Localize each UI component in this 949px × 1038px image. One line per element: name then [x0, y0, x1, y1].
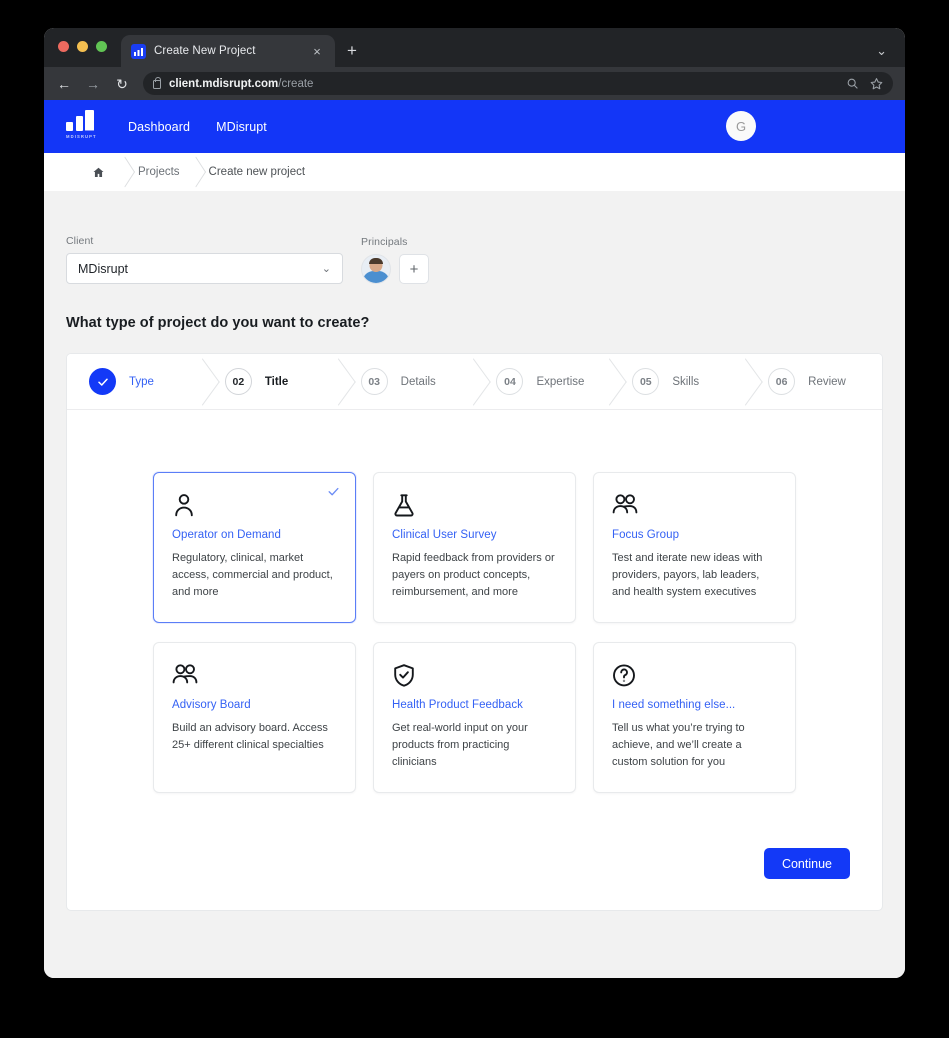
- project-type-title: Advisory Board: [172, 699, 251, 711]
- lock-icon: [153, 76, 162, 89]
- reload-icon[interactable]: ↻: [114, 77, 130, 91]
- breadcrumb-separator: [123, 153, 124, 191]
- breadcrumb-item-create-new-project: Create new project: [208, 166, 306, 178]
- step-expertise[interactable]: 04 Expertise: [474, 354, 611, 409]
- search-icon[interactable]: [846, 77, 859, 90]
- step-bullet-details: 03: [360, 368, 388, 395]
- mdisrupt-logo-icon: [131, 43, 146, 59]
- step-label-details: Details: [400, 375, 436, 388]
- step-details[interactable]: 03 Details: [338, 354, 475, 409]
- step-type[interactable]: Type: [67, 354, 203, 409]
- maximize-window-button[interactable]: [96, 41, 107, 52]
- wizard-footer: Continue: [67, 793, 882, 910]
- project-type-i-need-something-else[interactable]: I need something else... Tell us what yo…: [593, 642, 796, 793]
- person-icon: [172, 493, 337, 519]
- step-title[interactable]: 02 Title: [202, 354, 339, 409]
- client-field: Client MDisrupt ⌄: [66, 235, 343, 284]
- add-principal-button[interactable]: +: [399, 254, 429, 284]
- project-type-desc: Regulatory, clinical, market access, com…: [172, 552, 333, 599]
- wizard-stepper: Type 02 Title 03 Details 04 Expertise 05…: [67, 354, 882, 410]
- minimize-window-button[interactable]: [77, 41, 88, 52]
- project-type-clinical-user-survey[interactable]: Clinical User Survey Rapid feedback from…: [373, 472, 576, 623]
- step-review[interactable]: 06 Review: [746, 354, 882, 409]
- project-meta-form: Client MDisrupt ⌄ Principals +: [66, 191, 883, 284]
- client-select-value: MDisrupt: [78, 261, 129, 276]
- project-type-title: Focus Group: [612, 529, 680, 541]
- question-circle-icon: [612, 663, 777, 689]
- project-type-card: Type 02 Title 03 Details 04 Expertise 05…: [66, 353, 883, 911]
- step-label-skills: Skills: [672, 375, 700, 388]
- forward-icon[interactable]: →: [85, 77, 101, 91]
- browser-tabstrip: Create New Project × + ⌄: [44, 28, 905, 67]
- step-bullet-skills: 05: [632, 368, 660, 395]
- logo-wordmark: MDISRUPT: [66, 133, 97, 139]
- browser-toolbar: ← → ↻ client.mdisrupt.com/create: [44, 67, 905, 100]
- group-people-icon: [172, 663, 337, 689]
- client-label: Client: [66, 235, 94, 247]
- window-traffic-lights: [58, 28, 107, 67]
- breadcrumb-separator: [194, 153, 195, 191]
- step-bullet-expertise: 04: [496, 368, 524, 395]
- project-type-title: Health Product Feedback: [392, 699, 523, 711]
- breadcrumb: Projects Create new project: [44, 153, 905, 191]
- avatar[interactable]: G: [726, 111, 756, 141]
- page-title: What type of project do you want to crea…: [66, 315, 370, 331]
- tab-title: Create New Project: [154, 45, 256, 57]
- chevron-down-icon: ⌄: [321, 263, 331, 275]
- project-type-advisory-board[interactable]: Advisory Board Build an advisory board. …: [153, 642, 356, 793]
- shield-check-icon: [392, 663, 557, 689]
- project-type-grid: Operator on Demand Regulatory, clinical,…: [67, 410, 882, 793]
- close-icon[interactable]: ×: [309, 45, 325, 58]
- address-bar-url: client.mdisrupt.com/create: [169, 78, 313, 90]
- address-bar-actions: [846, 77, 883, 90]
- flask-icon: [392, 493, 557, 519]
- chevron-down-icon[interactable]: ⌄: [876, 43, 887, 59]
- app-viewport: MDISRUPT Dashboard MDisrupt G Projects C…: [44, 100, 905, 978]
- check-icon: [327, 485, 340, 498]
- nav-link-mdisrupt[interactable]: MDisrupt: [216, 120, 267, 134]
- step-label-expertise: Expertise: [536, 375, 585, 388]
- step-label-review: Review: [808, 375, 846, 388]
- project-type-title: Clinical User Survey: [392, 529, 497, 541]
- principal-avatar[interactable]: [361, 254, 391, 284]
- two-people-icon: [612, 493, 777, 519]
- step-bullet-type: [89, 368, 116, 395]
- navbar-links: Dashboard MDisrupt: [128, 120, 267, 134]
- check-icon: [97, 376, 109, 388]
- project-type-focus-group[interactable]: Focus Group Test and iterate new ideas w…: [593, 472, 796, 623]
- app-navbar: MDISRUPT Dashboard MDisrupt G: [44, 100, 905, 153]
- principals-label: Principals: [361, 236, 408, 248]
- step-skills[interactable]: 05 Skills: [610, 354, 747, 409]
- project-type-desc: Test and iterate new ideas with provider…: [612, 552, 763, 599]
- new-tab-button[interactable]: +: [347, 42, 357, 67]
- page-content: Client MDisrupt ⌄ Principals + What type…: [44, 191, 905, 911]
- project-type-title: Operator on Demand: [172, 529, 281, 541]
- continue-button[interactable]: Continue: [763, 848, 850, 879]
- mdisrupt-logo-icon[interactable]: MDISRUPT: [66, 109, 106, 144]
- client-select[interactable]: MDisrupt ⌄: [66, 253, 343, 284]
- home-icon: [92, 166, 105, 179]
- close-window-button[interactable]: [58, 41, 69, 52]
- nav-link-dashboard[interactable]: Dashboard: [128, 120, 190, 134]
- url-path: /create: [278, 77, 314, 90]
- step-bullet-review: 06: [768, 368, 796, 395]
- project-type-desc: Rapid feedback from providers or payers …: [392, 552, 555, 599]
- project-type-desc: Get real-world input on your products fr…: [392, 722, 528, 769]
- step-label-title: Title: [264, 375, 289, 388]
- browser-tab[interactable]: Create New Project ×: [121, 35, 335, 67]
- url-domain: client.mdisrupt.com: [169, 77, 279, 90]
- project-type-health-product-feedback[interactable]: Health Product Feedback Get real-world i…: [373, 642, 576, 793]
- project-type-operator-on-demand[interactable]: Operator on Demand Regulatory, clinical,…: [153, 472, 356, 623]
- back-icon[interactable]: ←: [56, 77, 72, 91]
- project-type-title: I need something else...: [612, 699, 736, 711]
- principals-list: +: [361, 254, 429, 284]
- browser-window: Create New Project × + ⌄ ← → ↻ client.md…: [44, 28, 905, 978]
- step-bullet-title: 02: [224, 368, 252, 395]
- project-type-desc: Build an advisory board. Access 25+ diff…: [172, 722, 328, 752]
- step-label-type: Type: [129, 375, 154, 388]
- project-type-desc: Tell us what you’re trying to achieve, a…: [612, 722, 745, 769]
- bookmark-star-icon[interactable]: [870, 77, 883, 90]
- address-bar[interactable]: client.mdisrupt.com/create: [143, 72, 893, 95]
- principals-field: Principals +: [361, 236, 429, 284]
